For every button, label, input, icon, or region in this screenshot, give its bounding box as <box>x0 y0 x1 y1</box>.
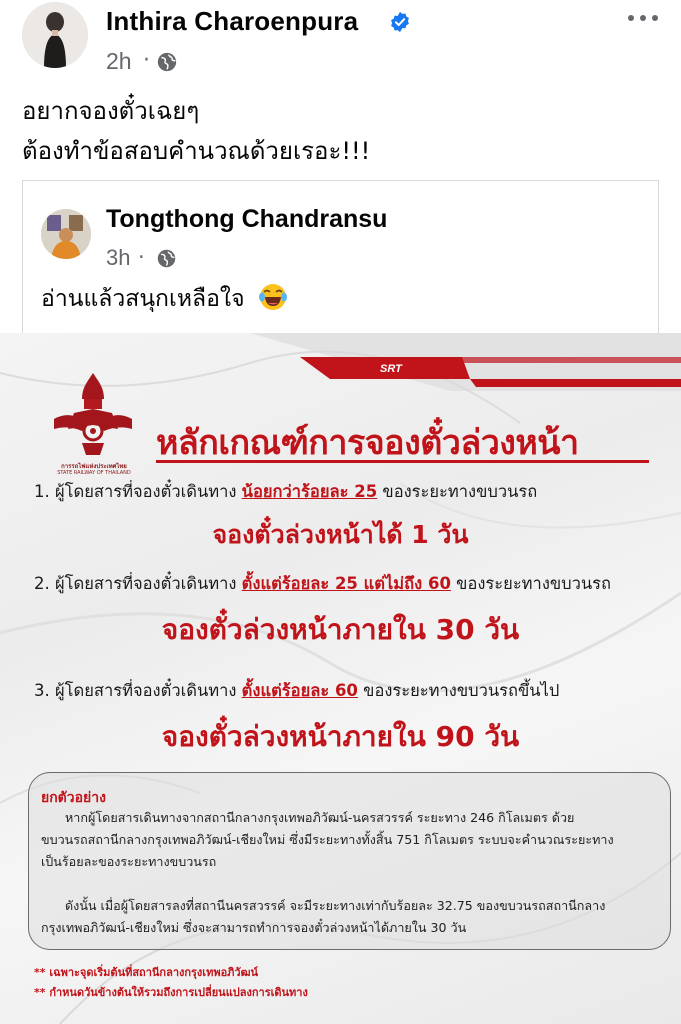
example-paragraph-2: ดังนั้น เมื่อผู้โดยสารลงที่สถานีนครสวรรค… <box>41 895 663 939</box>
example-p1-line-2: ขบวนรถสถานีกลางกรุงเทพอภิวัฒน์-เชียงใหม่… <box>41 832 614 847</box>
rule-2-result: จองตั๋วล่วงหน้าภายใน 30 วัน <box>161 613 520 646</box>
globe-icon <box>157 249 176 268</box>
post-text-line-1: อยากจองตั๋วเฉยๆ <box>22 97 200 125</box>
shared-meta-separator: · <box>138 245 145 269</box>
rule-2-highlight: ตั้งแต่ร้อยละ 25 แต่ไม่ถึง 60 <box>241 574 451 593</box>
post-text-line-2: ต้องทำข้อสอบคำนวณด้วยเรอะ!!! <box>22 137 371 165</box>
rule-3-suffix: ของระยะทางขบวนรถขึ้นไป <box>357 681 560 700</box>
shared-post-text: อ่านแล้วสนุกเหลือใจ <box>41 281 288 317</box>
post-header: Inthira Charoenpura 2h · <box>0 0 681 90</box>
laughing-emoji-icon <box>258 284 287 310</box>
post-timestamp[interactable]: 2h <box>106 48 132 75</box>
author-name[interactable]: Inthira Charoenpura <box>106 6 358 37</box>
rule-2-suffix: ของระยะทางขบวนรถ <box>450 574 612 593</box>
rule-3-result: จองตั๋วล่วงหน้าภายใน 90 วัน <box>161 720 520 753</box>
more-options-icon[interactable] <box>628 8 658 28</box>
example-p1-line-3: เป็นร้อยละของระยะทางขบวนรถ <box>41 854 217 869</box>
srt-brand-label: SRT <box>380 363 402 375</box>
meta-separator: · <box>143 48 150 73</box>
example-p2-line-2: กรุงเทพอภิวัฒน์-เชียงใหม่ ซึ่งจะสามารถทำ… <box>41 920 467 935</box>
shared-author-avatar[interactable] <box>41 209 91 259</box>
shared-avatar-photo <box>41 209 91 259</box>
rule-1-suffix: ของระยะทางขบวนรถ <box>377 482 538 501</box>
post-body: อยากจองตั๋วเฉยๆ ต้องทำข้อสอบคำนวณด้วยเรอ… <box>22 91 662 171</box>
verified-badge-icon <box>391 11 409 33</box>
shared-post-text-content: อ่านแล้วสนุกเหลือใจ <box>41 286 245 312</box>
globe-icon <box>157 52 177 72</box>
example-p2-line-1: ดังนั้น เมื่อผู้โดยสารลงที่สถานีนครสวรรค… <box>65 898 606 913</box>
shared-author-name[interactable]: Tongthong Chandransu <box>106 205 387 234</box>
example-title: ยกตัวอย่าง <box>41 790 106 806</box>
avatar-photo <box>22 2 88 68</box>
railway-emblem-icon <box>54 373 132 455</box>
rule-1-highlight: น้อยกว่าร้อยละ 25 <box>241 482 378 501</box>
footnote-1: ** เฉพาะจุดเริ่มต้นที่สถานีกลางกรุงเทพอภ… <box>34 966 259 979</box>
attached-poster-image[interactable]: SRT การรถไฟแห่งประเทศไทย STATE RAILWAY O… <box>0 333 681 1024</box>
rule-1-prefix: 1. ผู้โดยสารที่จองตั๋วเดินทาง <box>34 482 242 501</box>
rule-1-result: จองตั๋วล่วงหน้าได้ 1 วัน <box>212 520 469 549</box>
org-name-english: STATE RAILWAY OF THAILAND <box>57 470 131 476</box>
rule-1-text: 1. ผู้โดยสารที่จองตั๋วเดินทาง น้อยกว่าร้… <box>34 479 537 505</box>
rule-2-prefix: 2. ผู้โดยสารที่จองตั๋วเดินทาง <box>34 574 242 593</box>
title-underline <box>156 460 649 463</box>
rule-2-text: 2. ผู้โดยสารที่จองตั๋วเดินทาง ตั้งแต่ร้อ… <box>34 571 611 597</box>
shared-timestamp[interactable]: 3h <box>106 245 130 271</box>
shared-post-card[interactable]: Tongthong Chandransu 3h · อ่านแล้วสนุกเห… <box>22 180 659 340</box>
example-box: ยกตัวอย่าง หากผู้โดยสารเดินทางจากสถานีกล… <box>28 772 671 950</box>
rule-3-highlight: ตั้งแต่ร้อยละ 60 <box>241 681 358 700</box>
example-paragraph-1: หากผู้โดยสารเดินทางจากสถานีกลางกรุงเทพอภ… <box>41 807 663 873</box>
rule-3-text: 3. ผู้โดยสารที่จองตั๋วเดินทาง ตั้งแต่ร้อ… <box>34 678 559 704</box>
author-avatar[interactable] <box>22 2 88 68</box>
rule-3-prefix: 3. ผู้โดยสารที่จองตั๋วเดินทาง <box>34 681 242 700</box>
footnote-2: ** กำหนดวันข้างต้นให้รวมถึงการเปลี่ยนแปล… <box>34 986 308 999</box>
example-p1-line-1: หากผู้โดยสารเดินทางจากสถานีกลางกรุงเทพอภ… <box>65 810 575 825</box>
